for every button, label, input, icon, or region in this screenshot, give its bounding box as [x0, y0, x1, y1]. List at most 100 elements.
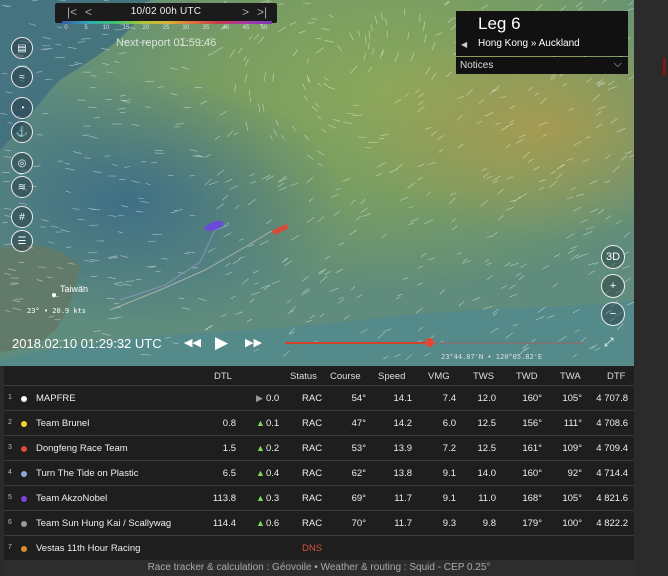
team-name[interactable]: Team Sun Hung Kai / Scallywag [36, 518, 171, 529]
header-tws[interactable]: TWS [473, 371, 494, 382]
rewind-button[interactable]: ◀◀ [184, 336, 201, 349]
ruler-icon[interactable]: ☰ [11, 230, 33, 252]
scale-tick: 25 [162, 25, 170, 31]
twd-value: 168° [522, 493, 542, 504]
trend-icon: ▲ [256, 493, 265, 503]
layers-icon[interactable]: ▤ [11, 37, 33, 59]
wind-map[interactable]: |< < 10/02 00h UTC > >| 0 5 10 15 20 25 … [0, 0, 634, 366]
dtf-value: 4 821.6 [596, 493, 628, 504]
table-row[interactable]: 2 Team Brunel 0.8 ▲ 0.1 RAC 47° 14.2 6.0 12.5 156°… [4, 410, 634, 435]
team-name[interactable]: Turn The Tide on Plastic [36, 468, 138, 479]
course-value: 54° [351, 393, 366, 404]
speed-value: 14.1 [393, 393, 413, 404]
leg-route: Hong Kong » Auckland [478, 38, 580, 49]
table-row[interactable]: 4 Turn The Tide on Plastic 6.5 ▲ 0.4 RAC 62° 13… [4, 460, 634, 485]
dtl-value: 113.8 [212, 493, 236, 504]
team-color-dot [21, 471, 27, 477]
team-name[interactable]: Vestas 11th Hour Racing [36, 543, 140, 554]
tws-value: 12.0 [477, 393, 497, 404]
team-name[interactable]: Dongfeng Race Team [36, 443, 128, 454]
trend-icon: ▲ [256, 468, 265, 478]
next-forecast-button[interactable]: > [242, 5, 249, 19]
twd-value: 179° [522, 518, 542, 529]
scale-tick: 30 [182, 25, 190, 31]
dtf-value: 4 822.2 [596, 518, 628, 529]
speed-value: 11.7 [394, 518, 412, 529]
twa-value: 100° [562, 518, 582, 529]
play-button[interactable]: ▶ [215, 333, 228, 353]
course-value: 53° [351, 443, 366, 454]
header-status[interactable]: Status [290, 371, 317, 382]
wind-icon[interactable]: ≈ [11, 66, 33, 88]
gust-icon[interactable]: ≋ [11, 176, 33, 198]
twa-value: 92° [567, 468, 582, 479]
header-course[interactable]: Course [330, 371, 361, 382]
next-report-countdown: Next report 01:59:46 [116, 37, 217, 49]
course-value: 47° [351, 418, 366, 429]
team-name[interactable]: MAPFRE [36, 393, 76, 404]
rank-number: 5 [8, 494, 12, 501]
tws-value: 12.5 [477, 443, 497, 454]
page-side-strip [634, 0, 668, 576]
boat-icon[interactable]: ⚓ [11, 121, 33, 143]
twd-value: 156° [522, 418, 542, 429]
leg-info-panel[interactable]: ◀ Leg 6 Hong Kong » Auckland [456, 11, 628, 56]
compass-icon[interactable]: ◔ [11, 97, 33, 119]
vmg-value: 6.0 [442, 418, 456, 429]
team-color-dot [21, 446, 27, 452]
status-value: RAC [302, 393, 323, 404]
credits-footer: Race tracker & calculation : Géovoile • … [4, 560, 634, 576]
rank-number: 3 [8, 444, 12, 451]
tws-value: 14.0 [477, 468, 497, 479]
table-row[interactable]: 5 Team AkzoNobel 113.8 ▲ 0.3 RAC 69° 11.7 9.1 11.… [4, 485, 634, 510]
side-edge-marker [663, 58, 666, 76]
header-twd[interactable]: TWD [516, 371, 538, 382]
trend-icon: ▲ [256, 518, 265, 528]
dtf-value: 4 708.6 [596, 418, 628, 429]
playback-slider-handle[interactable] [425, 338, 434, 347]
scale-tick: 10 [102, 25, 110, 31]
grid-icon[interactable]: # [11, 206, 33, 228]
target-icon[interactable]: ◎ [11, 152, 33, 174]
zoom-out-button[interactable]: − [601, 302, 625, 326]
table-row[interactable]: 1 MAPFRE ▶ 0.0 RAC 54° 14.1 7.4 12.0 160° 105° 4 70… [4, 385, 634, 410]
table-row[interactable]: 6 Team Sun Hung Kai / Scallywag 114.4 ▲ 0.6 R… [4, 510, 634, 535]
status-value: DNS [302, 543, 323, 554]
team-color-dot [21, 496, 27, 502]
vmg-value: 7.2 [442, 443, 456, 454]
leg-back-arrow-icon[interactable]: ◀ [461, 40, 467, 49]
status-value: RAC [302, 518, 323, 529]
fullscreen-icon[interactable]: ⤢ [604, 335, 618, 349]
view-3d-button[interactable]: 3D [601, 245, 625, 269]
playback-progress [285, 342, 429, 344]
twa-value: 111° [563, 418, 582, 429]
scale-tick: 50 [260, 25, 268, 31]
trend-value: 0.4 [266, 468, 280, 479]
header-speed[interactable]: Speed [378, 371, 405, 382]
dtl-value: 6.5 [222, 468, 236, 479]
scale-tick: 40 [222, 25, 230, 31]
twa-value: 105° [562, 493, 582, 504]
header-dtf[interactable]: DTF [607, 371, 625, 382]
notices-dropdown[interactable]: Notices ⌵ [456, 57, 628, 74]
table-header: DTL Status Course Speed VMG TWS TWD TWA … [4, 366, 634, 385]
header-vmg[interactable]: VMG [428, 371, 450, 382]
playback-slider[interactable] [285, 338, 585, 347]
tws-value: 11.0 [478, 493, 496, 504]
last-forecast-button[interactable]: >| [257, 5, 267, 19]
playback-timestamp: 2018.02.10 01:29:32 UTC [12, 336, 162, 351]
trend-icon: ▶ [256, 393, 263, 403]
vmg-value: 7.4 [442, 393, 456, 404]
trend-value: 0.3 [266, 493, 280, 504]
twd-value: 160° [522, 468, 542, 479]
team-name[interactable]: Team AkzoNobel [36, 493, 107, 504]
table-row[interactable]: 7 Vestas 11th Hour Racing DNS [4, 535, 634, 560]
header-dtl[interactable]: DTL [214, 371, 232, 382]
course-value: 62° [351, 468, 366, 479]
header-twa[interactable]: TWA [560, 371, 581, 382]
leg-title: Leg 6 [478, 14, 521, 33]
team-name[interactable]: Team Brunel [36, 418, 89, 429]
forward-button[interactable]: ▶▶ [245, 336, 262, 349]
zoom-in-button[interactable]: + [601, 274, 625, 298]
table-row[interactable]: 3 Dongfeng Race Team 1.5 ▲ 0.2 RAC 53° 13.9 7.2 1… [4, 435, 634, 460]
